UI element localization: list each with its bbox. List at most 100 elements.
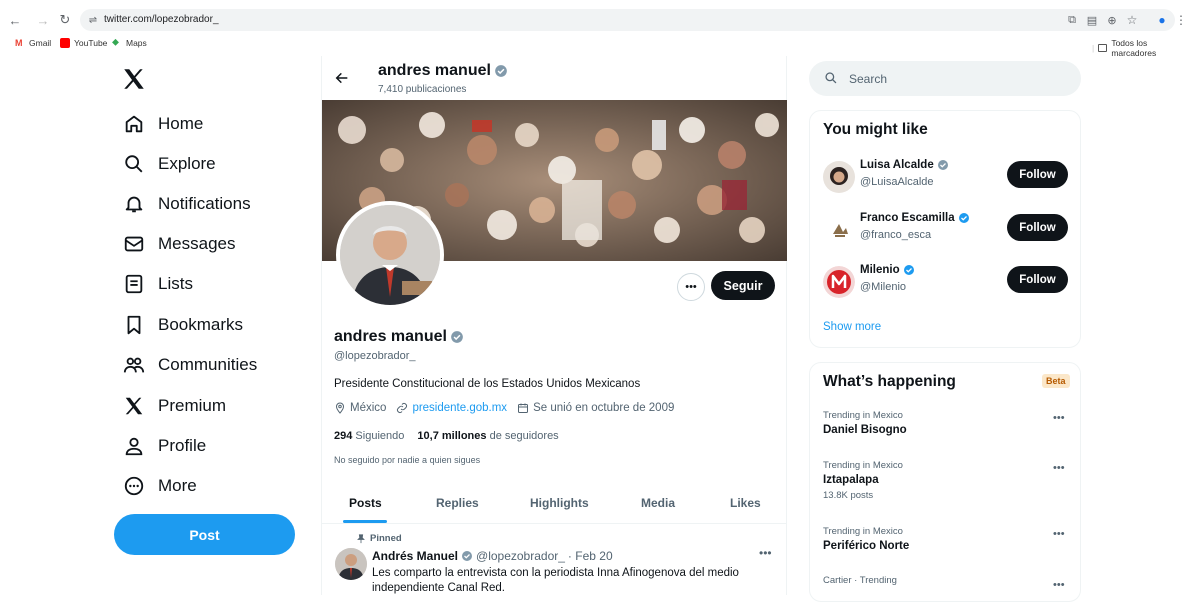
followers-link[interactable]: 10,7 millones de seguidores [417, 430, 558, 442]
follow-user-button[interactable]: Follow [1007, 161, 1068, 188]
back-arrow-icon[interactable] [334, 70, 350, 86]
trend-topic: Periférico Norte [823, 540, 910, 552]
tweet-avatar[interactable] [335, 548, 367, 580]
nav-item-messages[interactable]: Messages [110, 228, 235, 260]
bookmark-icon [121, 312, 147, 338]
nav-item-more[interactable]: More [110, 470, 197, 502]
bookmark-gmail[interactable]: M Gmail [15, 38, 51, 48]
user-name-text: Milenio [860, 264, 900, 276]
beta-badge: Beta [1042, 374, 1070, 388]
address-bar[interactable]: ⇌ [80, 9, 1175, 31]
nav-item-lists[interactable]: Lists [110, 268, 193, 300]
nav-label: Notifications [158, 194, 251, 213]
maps-icon: ⬥ [112, 37, 119, 48]
trend-more-icon[interactable]: ••• [1053, 528, 1065, 540]
profile-icon[interactable]: ● [1153, 11, 1171, 29]
header-title: andres manuel [378, 62, 508, 80]
suggested-user[interactable]: Luisa Alcalde @LuisaAlcalde Follow [823, 159, 1069, 195]
profile-bio: Presidente Constitucional de los Estados… [334, 378, 641, 390]
card-title: You might like [823, 121, 928, 138]
trend-more-icon[interactable]: ••• [1053, 579, 1065, 591]
user-handle: @franco_esca [860, 229, 932, 241]
nav-label: More [158, 476, 197, 495]
nav-item-explore[interactable]: Explore [110, 148, 216, 180]
url-text[interactable]: twitter.com/lopezobrador_ [104, 14, 219, 25]
profile-website[interactable]: presidente.gob.mx [412, 402, 507, 414]
folder-icon [1098, 44, 1108, 52]
nav-label: Lists [158, 274, 193, 293]
search-icon [121, 151, 147, 177]
menu-icon[interactable]: ⋮ [1172, 11, 1185, 29]
x-logo-icon [121, 393, 147, 419]
forward-icon[interactable]: → [34, 11, 52, 29]
trend-item[interactable]: Cartier · Trending ••• [823, 575, 1069, 591]
tab-replies[interactable]: Replies [436, 496, 479, 510]
translate-icon[interactable]: ▤ [1083, 11, 1101, 29]
all-bookmarks[interactable]: | Todos los marcadores [1092, 38, 1185, 58]
x-logo[interactable] [121, 66, 147, 92]
following-count: 294 [334, 430, 353, 442]
nav-item-communities[interactable]: Communities [110, 349, 257, 381]
bookmark-maps[interactable]: ⬥ Maps [112, 37, 147, 49]
trend-more-icon[interactable]: ••• [1053, 462, 1065, 474]
profile-avatar[interactable] [336, 201, 444, 309]
tweet-author-handle[interactable]: @lopezobrador_ [476, 549, 565, 563]
pin-icon [356, 533, 366, 544]
bookmark-youtube[interactable]: YouTube [60, 38, 107, 48]
follow-user-button[interactable]: Follow [1007, 266, 1068, 293]
you-might-like-card: You might like Luisa Alcalde @LuisaAlcal… [809, 110, 1081, 348]
zoom-icon[interactable]: ⊕ [1103, 11, 1121, 29]
trend-item[interactable]: Trending in Mexico Daniel Bisogno ••• [823, 410, 1069, 436]
star-icon[interactable]: ☆ [1123, 11, 1141, 29]
post-button[interactable]: Post [114, 514, 295, 555]
profile-meta: México presidente.gob.mx Se unió en octu… [334, 402, 674, 414]
tweet-author-name[interactable]: Andrés Manuel [372, 549, 458, 563]
site-settings-icon[interactable]: ⇌ [84, 11, 102, 29]
posts-count: 7,410 publicaciones [378, 84, 467, 95]
trend-topic: Daniel Bisogno [823, 424, 907, 436]
nav-item-notifications[interactable]: Notifications [110, 188, 251, 220]
trend-item[interactable]: Trending in Mexico Periférico Norte ••• [823, 526, 1069, 552]
verified-icon [903, 264, 915, 276]
following-link[interactable]: 294 Siguiendo [334, 430, 404, 442]
pinned-indicator: Pinned [356, 533, 402, 544]
tab-posts[interactable]: Posts [349, 496, 382, 510]
tweet-more-icon[interactable]: ••• [759, 546, 772, 560]
profile-stats: 294 Siguiendo 10,7 millones de seguidore… [334, 430, 559, 442]
user-name: Luisa Alcalde [860, 159, 949, 171]
tab-likes[interactable]: Likes [730, 496, 761, 510]
trend-item[interactable]: Trending in Mexico Iztapalapa 13.8K post… [823, 460, 1069, 501]
tab-media[interactable]: Media [641, 496, 675, 510]
tweet-text: Les comparto la entrevista con la period… [372, 567, 739, 594]
trend-count: 13.8K posts [823, 490, 874, 501]
search-box[interactable]: Search [809, 61, 1081, 96]
back-icon[interactable]: ← [6, 11, 24, 29]
cast-icon[interactable]: ⧉ [1063, 11, 1081, 29]
tweet-avatar-image [335, 548, 367, 580]
active-tab-indicator [343, 520, 387, 523]
nav-label: Bookmarks [158, 315, 244, 334]
verified-icon [958, 212, 970, 224]
tweet-author-line: Andrés Manuel @lopezobrador_ · Feb 20 [372, 549, 613, 563]
user-avatar [823, 161, 855, 193]
profile-location: México [350, 402, 387, 414]
nav-item-profile[interactable]: Profile [110, 430, 206, 462]
trend-more-icon[interactable]: ••• [1053, 412, 1065, 424]
follow-user-button[interactable]: Follow [1007, 214, 1068, 241]
nav-label: Profile [158, 436, 207, 455]
tweet-date[interactable]: · Feb 20 [568, 549, 613, 563]
followers-count: 10,7 millones [417, 430, 487, 442]
nav-item-premium[interactable]: Premium [110, 390, 226, 422]
tab-highlights[interactable]: Highlights [530, 496, 589, 510]
suggested-user[interactable]: Franco Escamilla @franco_esca Follow [823, 212, 1069, 248]
pinned-label: Pinned [370, 533, 402, 544]
trend-context: Trending in Mexico [823, 526, 903, 537]
nav-item-home[interactable]: Home [110, 108, 203, 140]
nav-item-bookmarks[interactable]: Bookmarks [110, 309, 243, 341]
follow-button[interactable]: Seguir [711, 271, 775, 300]
reload-icon[interactable]: ↻ [56, 11, 74, 29]
suggested-user[interactable]: Milenio @Milenio Follow [823, 264, 1069, 300]
profile-more-button[interactable]: ••• [677, 273, 705, 301]
trend-context: Cartier · Trending [823, 575, 897, 586]
show-more-link[interactable]: Show more [823, 321, 881, 333]
